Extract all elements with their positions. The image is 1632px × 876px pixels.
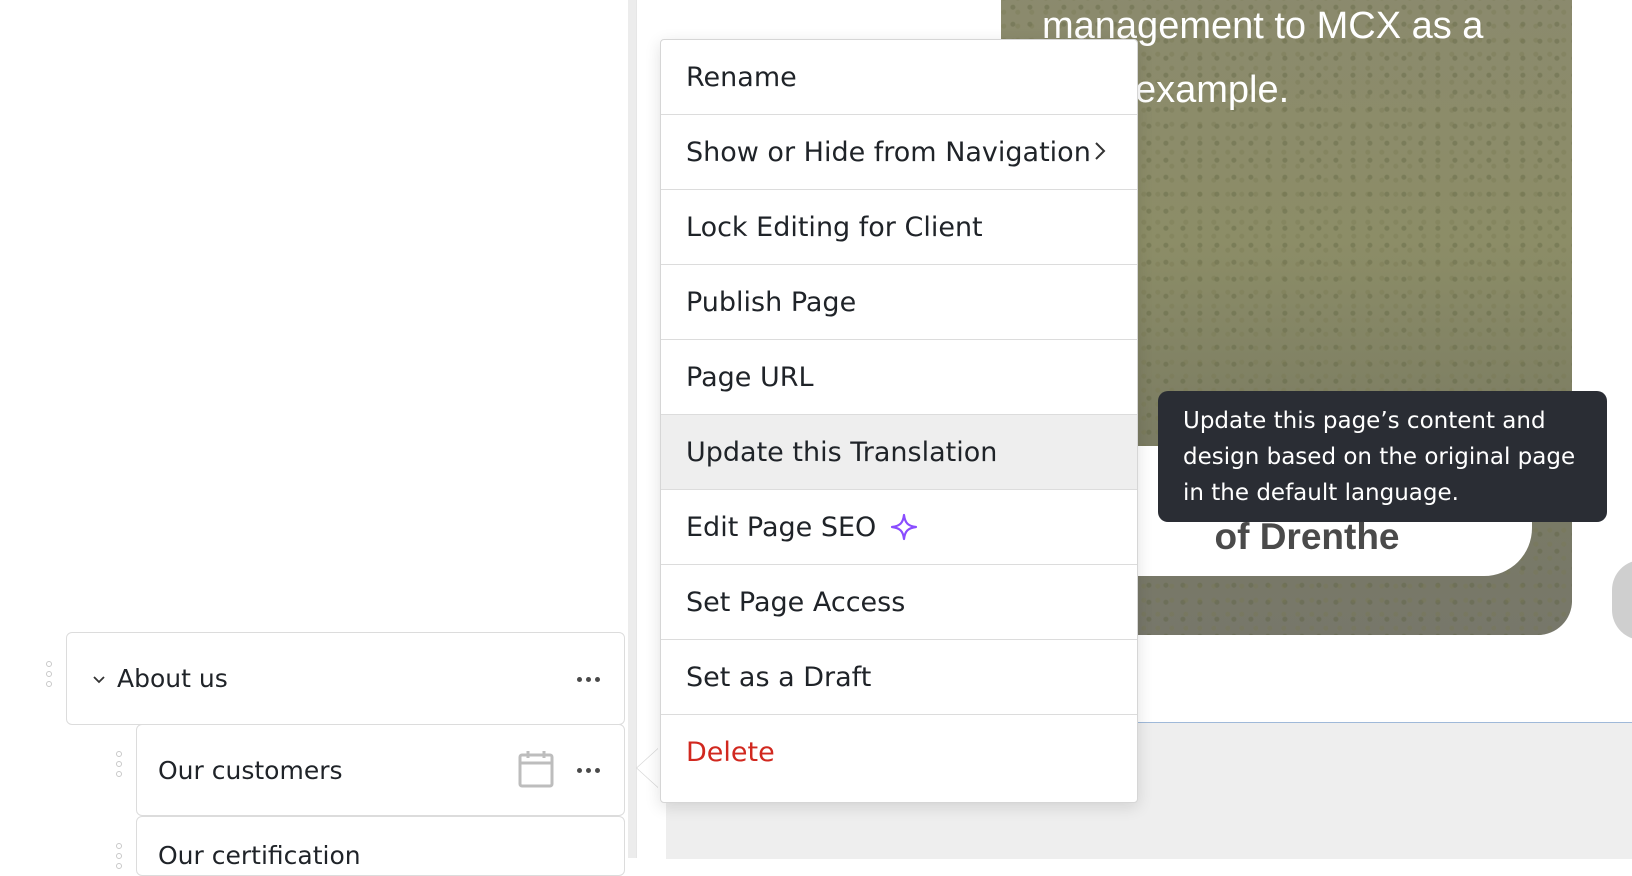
menu-item-label: Page URL [686, 361, 814, 393]
menu-item-edit-seo[interactable]: Edit Page SEO [661, 490, 1137, 565]
sidebar-divider [628, 0, 636, 858]
more-options-icon[interactable] [574, 669, 602, 689]
menu-pointer [637, 748, 659, 788]
chevron-right-icon [1093, 139, 1107, 170]
page-label: About us [117, 664, 228, 693]
page-row-our-certification[interactable]: Our certification [136, 816, 625, 876]
menu-item-publish-page[interactable]: Publish Page [661, 265, 1137, 340]
menu-item-label: Show or Hide from Navigation [686, 136, 1091, 168]
page-label: Our customers [158, 755, 343, 785]
menu-item-label: Edit Page SEO [686, 511, 877, 543]
menu-item-label: Set Page Access [686, 586, 906, 618]
page-context-menu: Rename Show or Hide from Navigation Lock… [660, 39, 1138, 803]
tooltip: Update this page’s content and design ba… [1158, 391, 1607, 522]
menu-item-delete[interactable]: Delete [661, 715, 1137, 790]
menu-item-label: Update this Translation [686, 436, 998, 468]
menu-item-set-access[interactable]: Set Page Access [661, 565, 1137, 640]
menu-item-lock-editing[interactable]: Lock Editing for Client [661, 190, 1137, 265]
menu-item-label: Rename [686, 61, 797, 93]
drag-handle[interactable] [44, 661, 54, 687]
menu-item-label: Lock Editing for Client [686, 211, 983, 243]
menu-item-page-url[interactable]: Page URL [661, 340, 1137, 415]
menu-item-label: Set as a Draft [686, 661, 872, 693]
menu-item-rename[interactable]: Rename [661, 40, 1137, 115]
chevron-down-icon[interactable] [89, 669, 109, 689]
menu-item-label: Delete [686, 737, 775, 768]
menu-item-set-draft[interactable]: Set as a Draft [661, 640, 1137, 715]
menu-item-show-hide-navigation[interactable]: Show or Hide from Navigation [661, 115, 1137, 190]
drag-handle[interactable] [114, 751, 124, 777]
page-label: Our certification [158, 841, 361, 870]
more-options-icon[interactable] [574, 760, 602, 780]
calendar-icon [518, 750, 554, 792]
drag-handle[interactable] [114, 843, 124, 869]
sparkle-icon [890, 513, 918, 541]
menu-item-label: Publish Page [686, 286, 857, 318]
page-row-about-us[interactable]: About us [66, 632, 625, 725]
hero-card-text: of Drenthe [1214, 516, 1400, 557]
menu-item-update-translation[interactable]: Update this Translation [661, 415, 1137, 490]
